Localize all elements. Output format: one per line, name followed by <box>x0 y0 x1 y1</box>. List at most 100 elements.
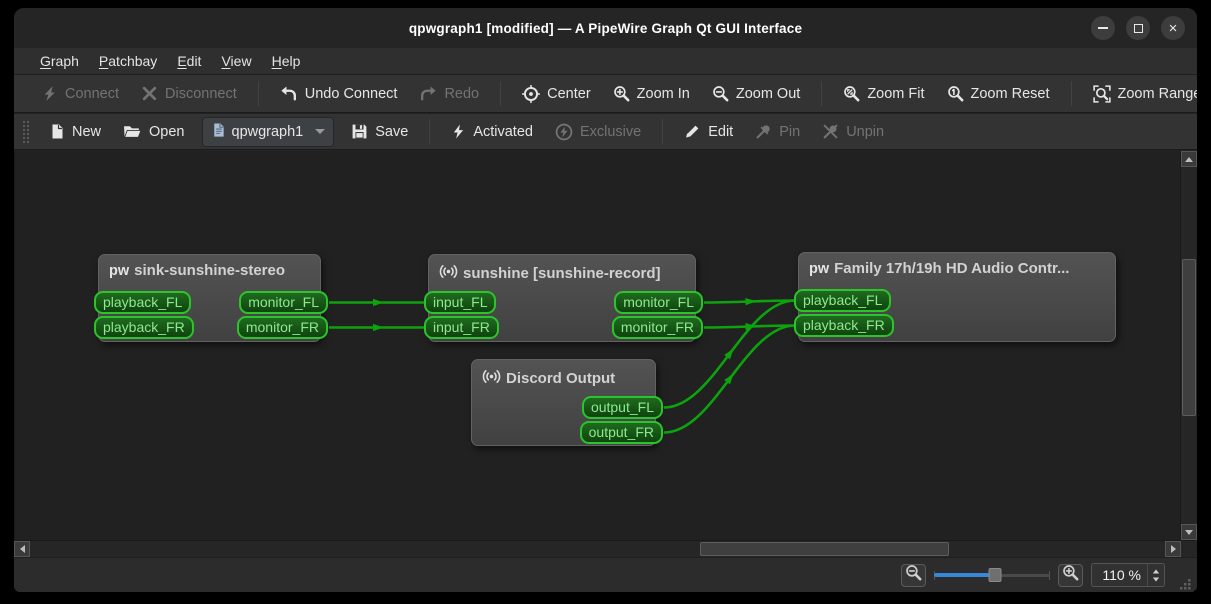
toolbar-button-label: Edit <box>708 124 733 140</box>
zoom-reset-button[interactable]: Zoom Reset <box>938 81 1059 106</box>
zoom-value: 110 % <box>1092 567 1147 583</box>
titlebar[interactable]: qpwgraph1 [modified] — A PipeWire Graph … <box>14 8 1197 48</box>
zoom-in-icon <box>1062 564 1079 586</box>
toolbar-button-label: New <box>72 124 101 140</box>
activated-button[interactable]: Activated <box>442 119 542 144</box>
arrow-up-icon <box>1185 157 1193 162</box>
zoom-out-button[interactable] <box>901 564 926 587</box>
connect-button[interactable]: Connect <box>32 81 128 106</box>
disconnect-button[interactable]: Disconnect <box>132 81 246 106</box>
menu-item-help[interactable]: Help <box>262 50 311 72</box>
port-playback_FL[interactable]: playback_FL <box>794 289 891 312</box>
toolbar-patchbay: New Open qpwgraph1 Save ActivatedExclusive Ed… <box>14 114 1197 149</box>
scroll-up-button[interactable] <box>1181 151 1197 167</box>
maximize-icon <box>1134 24 1143 33</box>
app-window: qpwgraph1 [modified] — A PipeWire Graph … <box>14 8 1197 592</box>
node-sink[interactable]: pwsink-sunshine-stereoplayback_FLplaybac… <box>98 254 321 342</box>
scroll-down-button[interactable] <box>1181 524 1197 540</box>
port-playback_FR[interactable]: playback_FR <box>794 314 894 337</box>
port-monitor_FL[interactable]: monitor_FL <box>239 291 328 314</box>
horizontal-scrollbar[interactable] <box>14 541 1181 557</box>
zoom-out-icon <box>905 564 922 586</box>
toolbar-button-label: Redo <box>444 86 479 102</box>
port-input_FR[interactable]: input_FR <box>424 316 499 339</box>
statusbar: 110 % <box>14 557 1197 592</box>
node-discord[interactable]: Discord Outputoutput_FLoutput_FR <box>471 359 656 446</box>
chevron-down-icon <box>315 129 325 134</box>
undo-icon <box>280 85 298 102</box>
resize-grip[interactable] <box>1177 576 1193 592</box>
node-title: sink-sunshine-stereo <box>134 262 285 279</box>
vertical-scrollbar[interactable] <box>1180 151 1197 540</box>
unpin-button[interactable]: Unpin <box>813 119 893 144</box>
close-button[interactable]: × <box>1161 16 1185 40</box>
edit-button[interactable]: Edit <box>675 119 742 144</box>
save-button[interactable]: Save <box>342 119 417 144</box>
node-sunshine[interactable]: sunshine [sunshine-record]input_FLinput_… <box>428 254 696 342</box>
toolbar-separator <box>662 119 663 144</box>
zoom-slider[interactable] <box>934 565 1050 585</box>
toolbar-button-label: Zoom Out <box>736 86 800 102</box>
zoom-fit-button[interactable]: Zoom Fit <box>834 81 933 106</box>
toolbar-separator <box>821 81 822 106</box>
scrollbar-corner <box>1181 541 1197 557</box>
zoom-fit-icon <box>843 85 860 102</box>
stream-icon <box>482 367 501 390</box>
zoom-spinbox[interactable]: 110 % <box>1091 563 1165 587</box>
toolbar-button-label: Unpin <box>846 124 884 140</box>
arrow-right-icon <box>1171 545 1176 553</box>
wire-arrow <box>373 299 384 306</box>
port-monitor_FR[interactable]: monitor_FR <box>237 316 328 339</box>
menu-item-edit[interactable]: Edit <box>167 50 211 72</box>
connection-wires <box>15 151 1180 540</box>
save-icon <box>351 123 368 140</box>
menu-item-view[interactable]: View <box>211 50 261 72</box>
spinbox-buttons[interactable] <box>1147 564 1164 586</box>
toolbar-button-label: Undo Connect <box>305 86 398 102</box>
zoom-out-button[interactable]: Zoom Out <box>703 81 809 106</box>
center-button[interactable]: Center <box>513 81 600 107</box>
scroll-right-button[interactable] <box>1165 541 1181 557</box>
horizontal-scroll-track[interactable] <box>30 541 1165 557</box>
vertical-scroll-track[interactable] <box>1181 167 1197 524</box>
toolbar-button-label: Zoom In <box>637 86 690 102</box>
open-button[interactable]: Open <box>114 119 193 144</box>
arrow-left-icon <box>20 545 25 553</box>
zoom-in-icon <box>613 85 630 102</box>
exclusive-button[interactable]: Exclusive <box>546 119 650 145</box>
horizontal-scroll-handle[interactable] <box>700 542 950 556</box>
port-monitor_FL[interactable]: monitor_FL <box>614 291 703 314</box>
disconnect-icon <box>141 85 158 102</box>
port-playback_FL[interactable]: playback_FL <box>94 291 191 314</box>
zoom-in-button[interactable] <box>1058 564 1083 587</box>
node-family[interactable]: pwFamily 17h/19h HD Audio Contr...playba… <box>798 252 1116 342</box>
zoom-in-button[interactable]: Zoom In <box>604 81 699 106</box>
menu-item-patchbay[interactable]: Patchbay <box>89 50 167 72</box>
new-button[interactable]: New <box>40 119 110 144</box>
toolbar-separator <box>258 81 259 106</box>
menu-item-graph[interactable]: Graph <box>30 50 89 72</box>
scroll-left-button[interactable] <box>14 541 30 557</box>
zoom-range-button[interactable]: Zoom Range <box>1084 81 1198 107</box>
activated-icon <box>451 123 466 140</box>
port-output_FL[interactable]: output_FL <box>582 396 663 419</box>
maximize-button[interactable] <box>1126 16 1150 40</box>
toolbar-button-label: Zoom Fit <box>867 86 924 102</box>
port-output_FR[interactable]: output_FR <box>580 421 663 444</box>
zoom-slider-handle[interactable] <box>988 568 1001 582</box>
toolbar-drag-handle[interactable] <box>22 120 30 144</box>
minimize-button[interactable] <box>1091 16 1115 40</box>
port-monitor_FR[interactable]: monitor_FR <box>612 316 703 339</box>
pin-button[interactable]: Pin <box>746 119 809 144</box>
toolbar-button-label: Connect <box>65 86 119 102</box>
port-input_FL[interactable]: input_FL <box>424 291 496 314</box>
patchbay-profile-combobox[interactable]: qpwgraph1 <box>202 117 335 147</box>
redo-button[interactable]: Redo <box>410 81 488 106</box>
window-title: qpwgraph1 [modified] — A PipeWire Graph … <box>14 21 1197 36</box>
port-playback_FR[interactable]: playback_FR <box>94 316 194 339</box>
undo-connect-button[interactable]: Undo Connect <box>271 81 407 106</box>
vertical-scroll-handle[interactable] <box>1182 259 1196 416</box>
zoom-out-icon <box>712 85 729 102</box>
graph-canvas[interactable]: pwsink-sunshine-stereoplayback_FLplaybac… <box>14 151 1180 540</box>
edit-icon <box>684 123 701 140</box>
